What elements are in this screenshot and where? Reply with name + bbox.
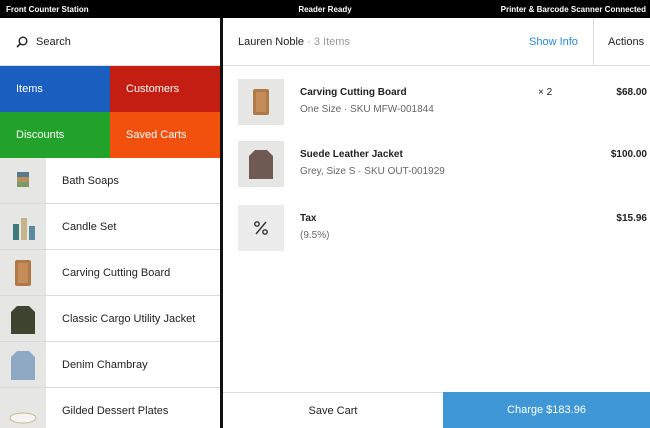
library-panel: Search Items Customers Discounts Saved C… [0,18,220,428]
search-label: Search [36,35,71,48]
product-name: Classic Cargo Utility Jacket [62,312,196,325]
product-thumbnail [0,250,46,295]
line-item-amount: $100.00 [610,149,647,160]
product-name: Candle Set [62,220,117,233]
charge-button[interactable]: Charge $183.96 [443,392,650,428]
line-thumbnail [238,79,284,125]
line-item-description: (9.5%) [300,230,330,241]
show-info-button[interactable]: Show Info [529,36,578,48]
product-name: Denim Chambray [62,358,148,371]
cart-item-count: · 3 Items [304,36,350,48]
cart-line-tax[interactable]: Tax (9.5%) $15.96 [238,205,650,251]
product-row-gilded-dessert-plates[interactable]: Gilded Dessert Plates [0,388,220,428]
peripheral-status: Printer & Barcode Scanner Connected [500,4,646,14]
header-divider [593,18,594,65]
cart-panel: Lauren Noble · 3 Items Show Info Actions… [223,18,650,428]
pos-screen: Front Counter Station Reader Ready Print… [0,0,650,428]
customer-name: Lauren Noble [238,36,305,48]
items-tile[interactable]: Items [0,66,110,112]
product-name: Carving Cutting Board [62,266,171,279]
search-icon [16,36,28,48]
actions-button[interactable]: Actions [608,36,644,48]
product-row-bath-soaps[interactable]: Bath Soaps [0,158,220,204]
discounts-tile[interactable]: Discounts [0,112,110,158]
line-item-amount: $15.96 [616,213,647,224]
cart-line-carving-cutting-board[interactable]: Carving Cutting Board One Size · SKU MFW… [238,79,650,125]
product-thumbnail [0,204,46,249]
product-name: Bath Soaps [62,174,119,187]
product-row-candle-set[interactable]: Candle Set [0,204,220,250]
product-row-carving-cutting-board[interactable]: Carving Cutting Board [0,250,220,296]
product-thumbnail [0,296,46,341]
category-tiles: Items Customers Discounts Saved Carts [0,66,220,158]
line-item-description: Grey, Size S · SKU OUT-001929 [300,166,445,177]
product-row-classic-cargo-utility-jacket[interactable]: Classic Cargo Utility Jacket [0,296,220,342]
search-bar[interactable]: Search [0,18,220,66]
line-item-name: Tax [300,213,317,224]
line-thumbnail [238,141,284,187]
percent-icon [238,205,284,251]
saved-carts-tile[interactable]: Saved Carts [110,112,220,158]
line-item-amount: $68.00 [616,87,647,98]
save-cart-button[interactable]: Save Cart [223,392,443,428]
customers-tile[interactable]: Customers [110,66,220,112]
cart-line-suede-leather-jacket[interactable]: Suede Leather Jacket Grey, Size S · SKU … [238,141,650,187]
line-item-name: Carving Cutting Board [300,87,407,98]
line-item-name: Suede Leather Jacket [300,149,403,160]
product-name: Gilded Dessert Plates [62,404,169,417]
line-item-quantity: × 2 [538,87,553,98]
cart-header: Lauren Noble · 3 Items Show Info Actions [223,18,650,66]
product-list: Bath Soaps Candle Set Carving Cutting Bo… [0,158,220,428]
product-thumbnail [0,158,46,203]
line-item-description: One Size · SKU MFW-001844 [300,104,434,115]
product-row-denim-chambray[interactable]: Denim Chambray [0,342,220,388]
status-bar: Front Counter Station Reader Ready Print… [0,0,650,18]
product-thumbnail [0,388,46,428]
product-thumbnail [0,342,46,387]
cart-customer: Lauren Noble · 3 Items [238,36,350,48]
